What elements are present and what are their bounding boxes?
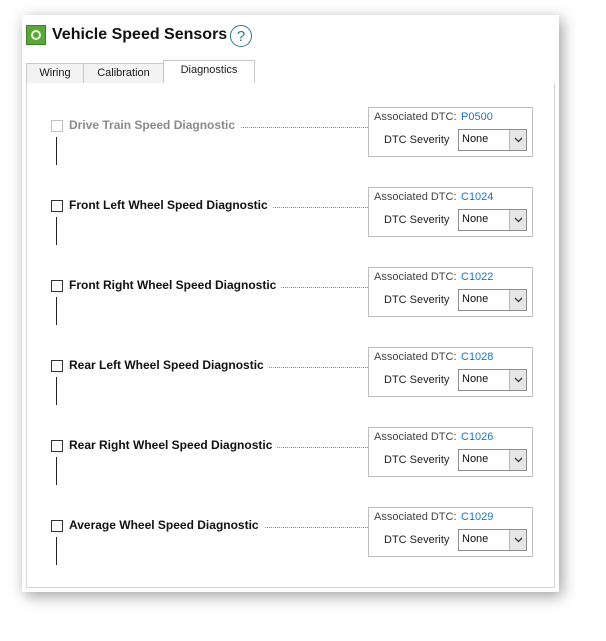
- diagnostic-row-rear-left: Rear Left Wheel Speed Diagnostic Associa…: [27, 347, 556, 429]
- connector-line: [56, 217, 57, 245]
- vehicle-speed-sensors-panel: Vehicle Speed Sensors ? Wiring Calibrati…: [22, 15, 559, 592]
- diagnostic-label: Front Right Wheel Speed Diagnostic: [69, 278, 282, 292]
- associated-dtc-label: Associated DTC:: [374, 191, 457, 203]
- chevron-down-icon: [514, 377, 523, 383]
- severity-value: None: [462, 373, 489, 385]
- diagnostic-row-average: Average Wheel Speed Diagnostic Associate…: [27, 507, 556, 589]
- associated-dtc-label: Associated DTC:: [374, 351, 457, 363]
- logo-ring: [31, 30, 41, 40]
- severity-value: None: [462, 533, 489, 545]
- dtc-code-link[interactable]: C1029: [461, 511, 493, 523]
- dtc-group: Associated DTC: P0500 DTC Severity None: [368, 107, 533, 157]
- diagnostic-row-front-right: Front Right Wheel Speed Diagnostic Assoc…: [27, 267, 556, 349]
- severity-value: None: [462, 133, 489, 145]
- chevron-down-icon: [514, 457, 523, 463]
- dtc-severity-select[interactable]: None: [458, 129, 527, 151]
- dtc-severity-label: DTC Severity: [384, 134, 450, 146]
- front-left-diagnostic-checkbox[interactable]: [51, 200, 63, 212]
- rear-right-diagnostic-checkbox[interactable]: [51, 440, 63, 452]
- connector-line: [56, 297, 57, 325]
- associated-dtc-label: Associated DTC:: [374, 511, 457, 523]
- dtc-severity-select[interactable]: None: [458, 529, 527, 551]
- severity-value: None: [462, 453, 489, 465]
- diagnostics-content: Drive Train Speed Diagnostic Associated …: [26, 83, 555, 588]
- chevron-down-icon: [514, 137, 523, 143]
- dtc-severity-select[interactable]: None: [458, 289, 527, 311]
- dtc-group: Associated DTC: C1029 DTC Severity None: [368, 507, 533, 557]
- dtc-severity-label: DTC Severity: [384, 534, 450, 546]
- dtc-code-link[interactable]: C1028: [461, 351, 493, 363]
- dropdown-button[interactable]: [509, 370, 526, 390]
- diagnostic-label: Front Left Wheel Speed Diagnostic: [69, 198, 273, 212]
- dropdown-button[interactable]: [509, 530, 526, 550]
- associated-dtc-label: Associated DTC:: [374, 271, 457, 283]
- diagnostic-label: Average Wheel Speed Diagnostic: [69, 518, 264, 532]
- dtc-severity-select[interactable]: None: [458, 209, 527, 231]
- dtc-code-link[interactable]: C1022: [461, 271, 493, 283]
- dropdown-button[interactable]: [509, 290, 526, 310]
- drive-train-diagnostic-checkbox[interactable]: [51, 120, 63, 132]
- tab-wiring[interactable]: Wiring: [26, 63, 84, 83]
- dtc-severity-label: DTC Severity: [384, 294, 450, 306]
- diagnostic-label: Rear Right Wheel Speed Diagnostic: [69, 438, 278, 452]
- diagnostic-row-drive-train: Drive Train Speed Diagnostic Associated …: [27, 107, 556, 189]
- chevron-down-icon: [514, 217, 523, 223]
- help-icon[interactable]: ?: [230, 25, 252, 47]
- tab-bar: Wiring Calibration Diagnostics: [26, 60, 555, 84]
- dtc-group: Associated DTC: C1022 DTC Severity None: [368, 267, 533, 317]
- dropdown-button[interactable]: [509, 130, 526, 150]
- dtc-severity-label: DTC Severity: [384, 214, 450, 226]
- dtc-severity-select[interactable]: None: [458, 369, 527, 391]
- average-diagnostic-checkbox[interactable]: [51, 520, 63, 532]
- dtc-code-link[interactable]: P0500: [461, 111, 493, 123]
- front-right-diagnostic-checkbox[interactable]: [51, 280, 63, 292]
- dtc-group: Associated DTC: C1028 DTC Severity None: [368, 347, 533, 397]
- chevron-down-icon: [514, 297, 523, 303]
- tab-calibration[interactable]: Calibration: [83, 63, 164, 83]
- panel-header: Vehicle Speed Sensors ?: [22, 15, 559, 59]
- associated-dtc-label: Associated DTC:: [374, 111, 457, 123]
- dropdown-button[interactable]: [509, 450, 526, 470]
- rear-left-diagnostic-checkbox[interactable]: [51, 360, 63, 372]
- connector-line: [56, 537, 57, 565]
- leader-dots: [227, 127, 386, 128]
- dtc-severity-label: DTC Severity: [384, 454, 450, 466]
- app-logo-icon: [26, 25, 46, 45]
- dropdown-button[interactable]: [509, 210, 526, 230]
- chevron-down-icon: [514, 537, 523, 543]
- severity-value: None: [462, 293, 489, 305]
- dtc-severity-label: DTC Severity: [384, 374, 450, 386]
- associated-dtc-label: Associated DTC:: [374, 431, 457, 443]
- connector-line: [56, 377, 57, 405]
- connector-line: [56, 457, 57, 485]
- severity-value: None: [462, 213, 489, 225]
- dtc-severity-select[interactable]: None: [458, 449, 527, 471]
- page-title: Vehicle Speed Sensors: [52, 26, 228, 43]
- dtc-code-link[interactable]: C1024: [461, 191, 493, 203]
- connector-line: [56, 137, 57, 165]
- diagnostic-row-front-left: Front Left Wheel Speed Diagnostic Associ…: [27, 187, 556, 269]
- dtc-code-link[interactable]: C1026: [461, 431, 493, 443]
- dtc-group: Associated DTC: C1024 DTC Severity None: [368, 187, 533, 237]
- dtc-group: Associated DTC: C1026 DTC Severity None: [368, 427, 533, 477]
- diagnostic-row-rear-right: Rear Right Wheel Speed Diagnostic Associ…: [27, 427, 556, 509]
- diagnostic-label: Rear Left Wheel Speed Diagnostic: [69, 358, 269, 372]
- diagnostic-label: Drive Train Speed Diagnostic: [69, 118, 241, 132]
- tab-diagnostics[interactable]: Diagnostics: [163, 60, 255, 84]
